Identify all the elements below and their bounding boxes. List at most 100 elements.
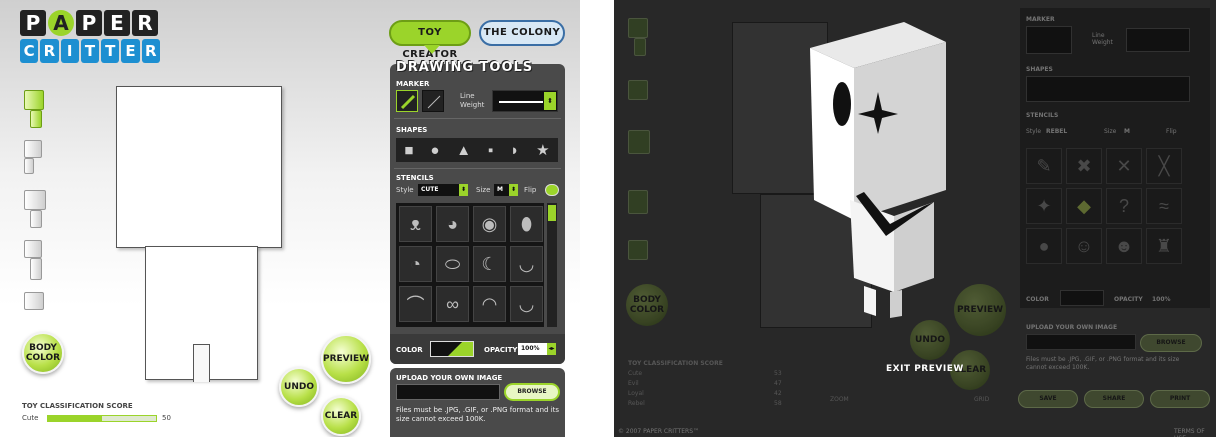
score-label: Cute <box>22 414 39 422</box>
part-head-selector[interactable] <box>24 90 44 110</box>
circle-shape-icon[interactable]: ● <box>430 142 439 159</box>
browse-button[interactable]: BROWSE <box>504 383 560 401</box>
stencil-scrollbar[interactable] <box>547 203 557 327</box>
body-color-button[interactable]: BODY COLOR <box>22 332 64 374</box>
upload-file-input[interactable] <box>396 384 500 400</box>
drawing-tools-panel: DRAWING TOOLS MARKER Line Weight ⬍ SHAPE… <box>390 60 565 364</box>
exit-preview-button[interactable]: EXIT PREVIEW <box>886 364 964 374</box>
stencils-label: STENCILS <box>396 174 434 182</box>
part-arm-lower-selector[interactable] <box>24 158 34 174</box>
rounded-square-shape-icon[interactable]: ▪ <box>488 142 493 159</box>
shapes-label: SHAPES <box>396 126 428 134</box>
size-label: Size <box>476 186 491 194</box>
part-arm-selector[interactable] <box>24 140 42 158</box>
logo-line-1: P A P E R <box>20 10 160 36</box>
style-value: CUTE <box>421 186 439 193</box>
marker-label: MARKER <box>396 80 430 88</box>
logo-letter: P <box>76 10 102 36</box>
critter-eye <box>833 82 851 126</box>
divider <box>394 118 561 119</box>
opacity-label: OPACITY <box>484 346 518 354</box>
stencil-eye-oval-icon[interactable]: ⬭ <box>436 246 469 282</box>
copyright: © 2007 PAPER CRITTERS™ <box>618 428 700 435</box>
flip-label: Flip <box>524 186 537 194</box>
clear-button[interactable]: CLEAR <box>321 396 361 436</box>
square-shape-icon[interactable]: ■ <box>404 142 413 159</box>
style-label: Style <box>396 186 414 194</box>
part-body-selector[interactable] <box>30 110 42 128</box>
stencil-open-mouth-icon[interactable]: ◡ <box>510 286 543 322</box>
flip-toggle[interactable] <box>545 184 559 196</box>
score-bar-fill <box>48 416 102 421</box>
undo-button[interactable]: UNDO <box>279 367 319 407</box>
score-row-cute: Cute 50 <box>22 414 192 424</box>
stepper-arrows-icon: ◂▸ <box>547 343 556 355</box>
line-weight-label: Line Weight <box>460 92 485 109</box>
marker-icon <box>400 94 416 110</box>
preview-mode-panel: BODY COLOR PREVIEW UNDO CLEAR TOY CLASSI… <box>614 0 1216 437</box>
tab-toy-creator[interactable]: TOY CREATOR <box>389 20 471 60</box>
logo-letter: R <box>40 39 59 63</box>
logo-letter: P <box>20 10 46 36</box>
terms-of-use-link[interactable]: TERMS OF USE <box>1174 428 1216 437</box>
opacity-stepper[interactable]: 100% ◂▸ <box>518 343 556 355</box>
color-picker[interactable] <box>430 341 474 357</box>
part-leg-selector[interactable] <box>24 240 42 258</box>
stencil-frown-icon[interactable]: ⌒ <box>399 286 432 322</box>
color-row: COLOR OPACITY 100% ◂▸ <box>390 334 565 364</box>
stencil-blob-icon[interactable]: ⬮ <box>510 206 543 242</box>
drawing-tools-title: DRAWING TOOLS <box>396 60 534 75</box>
stencil-grin-icon[interactable]: ◠ <box>473 286 506 322</box>
stencil-eye-side-icon[interactable]: ◔ <box>399 246 432 282</box>
pen-icon <box>427 95 441 109</box>
divider <box>394 168 561 169</box>
part-torso-lower-selector[interactable] <box>30 210 42 228</box>
stencil-crescent-icon[interactable]: ☾ <box>473 246 506 282</box>
style-select[interactable]: CUTE ⬍ <box>418 184 468 196</box>
stencil-smile-icon[interactable]: ◡ <box>510 246 543 282</box>
logo-letter: A <box>48 10 74 36</box>
star-shape-icon[interactable]: ★ <box>536 141 549 159</box>
shapes-toolbar: ■ ● ▲ ▪ ◗ ★ <box>396 138 558 162</box>
tab-the-colony[interactable]: THE COLONY <box>479 20 565 46</box>
logo-letter: E <box>121 39 140 63</box>
select-arrows-icon: ⬍ <box>544 92 556 110</box>
logo-letter: R <box>132 10 158 36</box>
half-circle-shape-icon[interactable]: ◗ <box>510 142 519 159</box>
preview-button[interactable]: PREVIEW <box>321 334 371 384</box>
score-bar <box>47 415 157 422</box>
part-torso-selector[interactable] <box>24 190 46 210</box>
upload-title: UPLOAD YOUR OWN IMAGE <box>396 374 503 382</box>
logo-letter: I <box>60 39 79 63</box>
select-arrows-icon: ⬍ <box>459 184 468 196</box>
line-weight-preview <box>499 101 543 103</box>
upload-panel: UPLOAD YOUR OWN IMAGE BROWSE Files must … <box>390 368 565 437</box>
select-arrows-icon: ⬍ <box>509 184 518 196</box>
part-leg-lower-selector[interactable] <box>30 258 42 280</box>
paper-critters-logo: P A P E R C R I T T E R <box>20 10 160 66</box>
drawing-canvas-head[interactable] <box>116 86 282 248</box>
triangle-shape-icon[interactable]: ▲ <box>456 142 471 159</box>
part-base-selector[interactable] <box>24 292 44 310</box>
pen-tool-button[interactable] <box>422 90 444 112</box>
scroll-thumb[interactable] <box>548 205 556 221</box>
line-weight-select[interactable]: ⬍ <box>492 90 558 112</box>
toy-classification-title: TOY CLASSIFICATION SCORE <box>22 402 133 410</box>
size-value: M <box>497 186 503 193</box>
upload-note: Files must be .JPG, .GIF, or .PNG format… <box>396 406 560 423</box>
stencil-grid: ᴥ ◕ ◉ ⬮ ◔ ⬭ ☾ ◡ ⌒ ∞ ◠ ◡ <box>396 203 544 327</box>
opacity-value: 100% <box>521 345 540 352</box>
marker-tool-button[interactable] <box>396 90 418 112</box>
stencil-glasses-icon[interactable]: ∞ <box>436 286 469 322</box>
logo-line-2: C R I T T E R <box>20 36 160 63</box>
stencil-eye-swirl-icon[interactable]: ◉ <box>473 206 506 242</box>
stencil-eye-closed-icon[interactable]: ᴥ <box>399 206 432 242</box>
stencil-eye-lashes-icon[interactable]: ◕ <box>436 206 469 242</box>
color-label: COLOR <box>396 346 423 354</box>
toy-creator-panel: P A P E R C R I T T E R TOY CREATOR THE … <box>0 0 580 437</box>
canvas-leg-gap <box>193 344 210 382</box>
critter-3d-preview[interactable] <box>794 20 954 320</box>
size-select[interactable]: M ⬍ <box>494 184 518 196</box>
logo-letter: E <box>104 10 130 36</box>
logo-letter: T <box>80 39 100 63</box>
